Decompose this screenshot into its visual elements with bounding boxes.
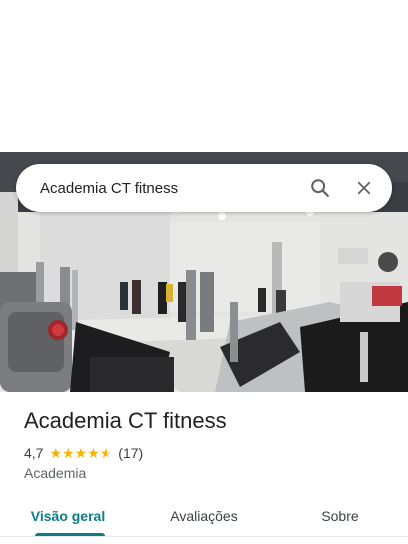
tab-reviews[interactable]: Avaliações (136, 496, 272, 536)
tabs-divider (0, 536, 408, 537)
star-icon: ★ (49, 445, 63, 461)
close-icon[interactable] (346, 170, 382, 206)
rating-row[interactable]: 4,7 ★ ★ ★ ★ ★ (17) (24, 444, 143, 462)
tab-overview[interactable]: Visão geral (0, 496, 136, 536)
place-page: Academia CT fitness Academia CT fitness … (0, 0, 408, 544)
place-title: Academia CT fitness (24, 408, 227, 433)
search-icon[interactable] (302, 170, 338, 206)
star-icon: ★ (74, 445, 88, 461)
star-icon: ★ (87, 445, 100, 461)
tab-about[interactable]: Sobre (272, 496, 408, 536)
rating-value: 4,7 (24, 445, 44, 461)
rating-stars: ★ ★ ★ ★ ★ (49, 446, 112, 460)
review-count[interactable]: (17) (118, 445, 143, 461)
place-category: Academia (24, 465, 87, 481)
search-bar[interactable]: Academia CT fitness (16, 164, 392, 212)
star-half-icon: ★ (99, 445, 113, 461)
star-icon: ★ (62, 445, 75, 461)
search-input[interactable]: Academia CT fitness (40, 180, 294, 197)
place-tabs: Visão geral Avaliações Sobre (0, 496, 408, 536)
